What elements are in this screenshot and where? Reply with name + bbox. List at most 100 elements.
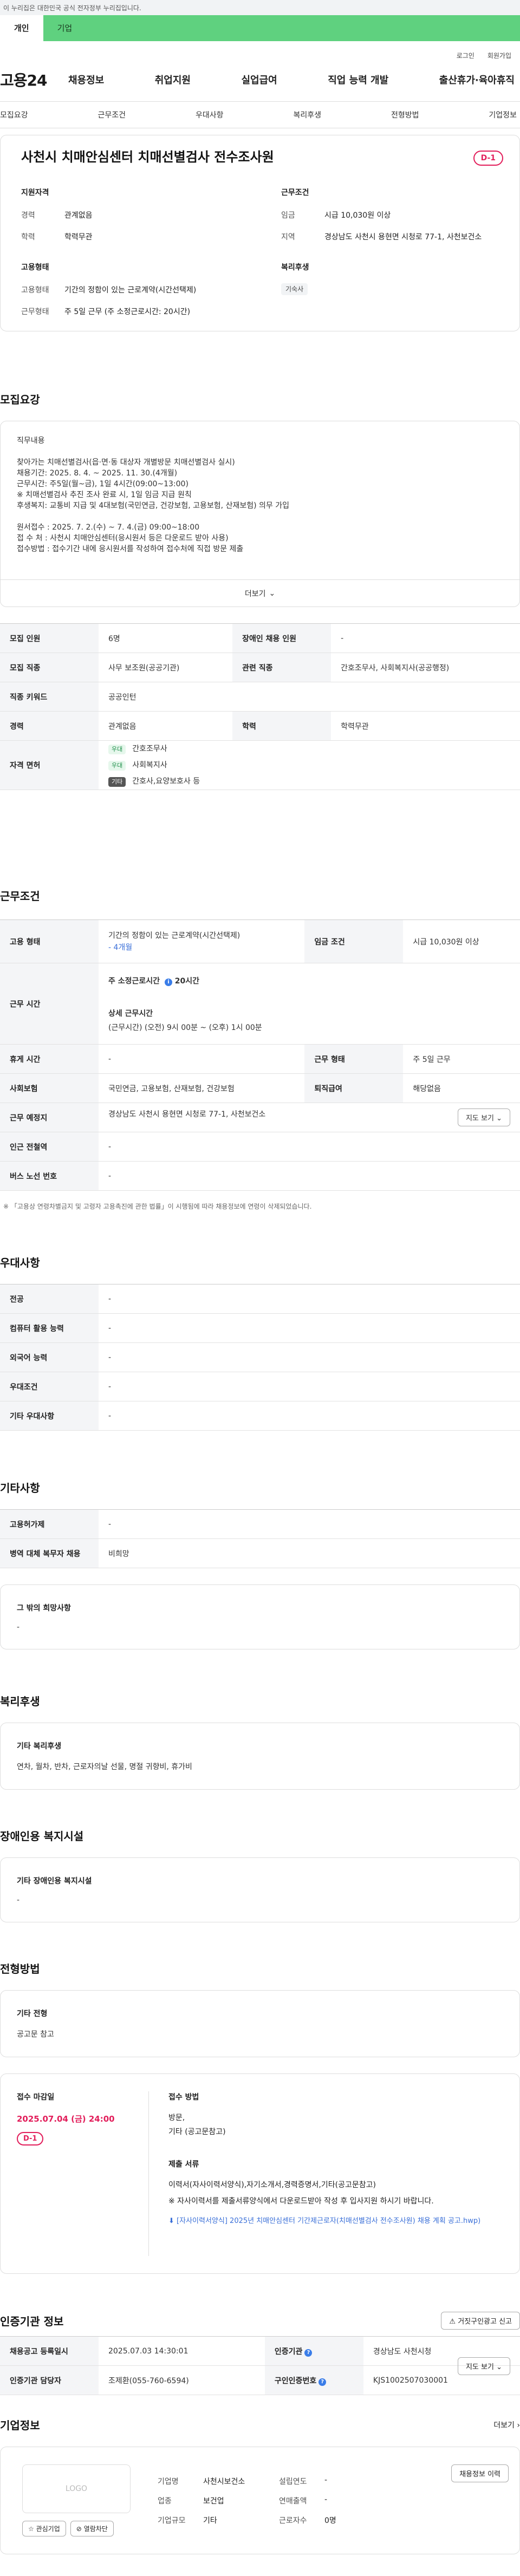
table-row: 고용허가제 -	[0, 1509, 520, 1539]
table-row: 경력 관계없음 학력 학력무관	[0, 711, 520, 741]
gov-notice-bar: 이 누리집은 대한민국 공식 전자정부 누리집입니다.	[0, 0, 520, 15]
qual-title: 지원자격	[21, 188, 49, 197]
info-icon[interactable]: ?	[318, 2378, 327, 2386]
table-row: 근무 시간 주 소정근로시간 i 20시간 상세 근무시간 (근무시간) (오전…	[0, 963, 520, 1045]
age-footnote: ※ 「고용상 연령차별금지 및 고령자 고용촉진에 관한 법률」이 시행됨에 따…	[3, 1203, 312, 1210]
summary-location: 지역 경상남도 사천시 용현면 시청로 77-1, 사천보건소	[281, 233, 482, 242]
gnb-unemployment-benefit[interactable]: 실업급여	[242, 73, 277, 87]
section-recruit-title: 모집요강	[0, 393, 40, 406]
section-subnav: 모집요강 근무조건 우대사항 복리후생 전형방법 기업정보	[0, 101, 520, 128]
apply-deadline: 접수 마감일 2025.07.04 (금) 24:00 D-1	[17, 2091, 149, 2256]
job-title: 사천시 치매안심센터 치매선별검사 전수조사원	[21, 149, 274, 165]
section-preference-title: 우대사항	[0, 1256, 40, 1269]
cond-title: 근무조건	[281, 188, 309, 197]
tab-personal[interactable]: 개인	[0, 15, 43, 41]
job-history-button[interactable]: 채용정보 이력	[451, 2464, 509, 2482]
section-welfare-title: 복리후생	[0, 1695, 40, 1708]
subnav-conditions[interactable]: 근무조건	[98, 109, 126, 120]
company-card: LOGO ☆ 관심기업 ⊘ 열람차단 기업명 사천시보건소 설립연도 - 업종 보건업 연…	[0, 2447, 520, 2554]
welfare-tag: 기숙사	[281, 283, 308, 295]
summary-left: 지원자격 경력 관계없음 학력 학력무관 고용형태 고용형태 기간의 정함이 있는 근…	[21, 187, 243, 317]
institution-map-button[interactable]: 지도 보기 ⌄	[457, 2357, 510, 2375]
block-view-button[interactable]: ⊘ 열람차단	[70, 2521, 114, 2536]
etc-table: 고용허가제 - 병역 대체 복무자 채용 비희망	[0, 1509, 520, 1568]
report-button[interactable]: ⚠ 거짓구인광고 신고	[441, 2312, 520, 2330]
map-button[interactable]: 지도 보기 ⌄	[457, 1108, 510, 1126]
selection-card: 기타 전형 공고문 참고	[0, 1990, 520, 2057]
license-item: 우대 사회복지사	[108, 757, 510, 773]
signup-link[interactable]: 회원가입	[487, 51, 511, 60]
gov-notice-text: 이 누리집은 대한민국 공식 전자정부 누리집입니다.	[3, 4, 141, 12]
block-icon: ⊘	[76, 2525, 82, 2533]
company-more-link[interactable]: 더보기 ›	[493, 2420, 520, 2430]
license-item: 우대 간호조무사	[108, 741, 510, 757]
info-icon[interactable]: i	[164, 978, 172, 986]
conditions-table: 고용 형태 기간의 정함이 있는 근로계약(시간선택제) - 4개월 임금 조건…	[0, 919, 520, 1191]
welfare-card: 기타 복리후생 연차, 월차, 반차, 근로자의날 선물, 명절 귀향비, 휴가…	[0, 1723, 520, 1790]
utility-links: 로그인 회원가입	[0, 41, 520, 63]
job-detail-card: 직무내용 찾아가는 치매선별검사(읍·면·동 대상자 개별방문 치매선별검사 실…	[0, 421, 520, 607]
table-row: 컴퓨터 활용 능력 -	[0, 1313, 520, 1343]
global-nav: 채용정보 취업지원 실업급여 직업 능력 개발 출산휴가·육아휴직	[63, 73, 520, 87]
disability-card: 기타 장애인용 복지시설 -	[0, 1857, 520, 1922]
welfare-title: 복리후생	[281, 263, 309, 272]
summary-emp-type: 고용형태 기간의 정함이 있는 근로계약(시간선택제)	[21, 286, 197, 295]
favorite-company-button[interactable]: ☆ 관심기업	[22, 2521, 66, 2536]
section-disability-title: 장애인용 복지시설	[0, 1830, 84, 1843]
tab-company[interactable]: 기업	[43, 15, 87, 41]
subnav-preference[interactable]: 우대사항	[196, 109, 224, 120]
section-etc-title: 기타사항	[0, 1482, 40, 1495]
subnav-selection[interactable]: 전형방법	[391, 109, 419, 120]
gnb-skill-development[interactable]: 직업 능력 개발	[328, 73, 388, 87]
summary-work-type: 근무형태 주 5일 근무 (주 소정근로시간: 20시간)	[21, 308, 191, 316]
preference-table: 전공 - 컴퓨터 활용 능력 - 외국어 능력 - 우대조건 - 기타 우대사항 -	[0, 1284, 520, 1431]
table-row: 외국어 능력 -	[0, 1342, 520, 1372]
chevron-right-icon: ›	[517, 2421, 520, 2430]
gnb-employment-support[interactable]: 취업지원	[155, 73, 191, 87]
job-summary-card: 사천시 치매안심센터 치매선별검사 전수조사원 D-1 지원자격 경력 관계없음 …	[0, 135, 520, 331]
table-row: 휴게 시간 - 근무 형태 주 5일 근무	[0, 1044, 520, 1074]
recruit-table: 모집 인원 6명 장애인 채용 인원 - 모집 직종 사무 보조원(공공기관) 관련 …	[0, 623, 520, 790]
summary-grid: 지원자격 경력 관계없음 학력 학력무관 고용형태 고용형태 기간의 정함이 있는 근…	[17, 187, 503, 317]
table-row: 버스 노선 번호 -	[0, 1161, 520, 1191]
table-row: 병역 대체 복무자 채용 비희망	[0, 1538, 520, 1568]
resume-download-link[interactable]: ⬇ [자사이력서양식] 2025년 치매안심센터 기간제근로자(치매선별검사 전…	[168, 2215, 503, 2225]
alert-icon: ⚠	[449, 2318, 456, 2326]
summary-career: 경력 관계없음	[21, 211, 93, 220]
subnav-company[interactable]: 기업정보	[489, 109, 517, 120]
company-info: 기업명 사천시보건소 설립연도 - 업종 보건업 연매출액 - 기업규모 기타 근로자수 0명	[158, 2475, 336, 2525]
section-selection-title: 전형방법	[0, 1962, 40, 1975]
section-conditions-title: 근무조건	[0, 890, 40, 903]
table-row: 근무 예정지 경상남도 사천시 용현면 시청로 77-1, 사천보건소 지도 보…	[0, 1103, 520, 1132]
license-item: 기타 간호사,요양보호사 등	[108, 773, 510, 790]
table-row: 인근 전철역 -	[0, 1132, 520, 1162]
table-row: 우대조건 -	[0, 1372, 520, 1401]
chevron-down-icon: ⌄	[496, 1114, 502, 1123]
login-link[interactable]: 로그인	[457, 51, 474, 60]
apply-method: 접수 방법 방문, 기타 (공고문참고) 제출 서류 이력서(자사이력서양식),…	[149, 2091, 503, 2256]
detail-more-button[interactable]: 더보기 ⌄	[1, 579, 519, 606]
subnav-recruit[interactable]: 모집요강	[0, 109, 28, 120]
job-detail-text: 직무내용 찾아가는 치매선별검사(읍·면·동 대상자 개별방문 치매선별검사 실…	[17, 436, 289, 553]
gnb-jobs[interactable]: 채용정보	[68, 73, 104, 87]
table-row: 전공 -	[0, 1284, 520, 1314]
table-row: 모집 직종 사무 보조원(공공기관) 관련 직종 간호조무사, 사회복지사(공공행정…	[0, 653, 520, 682]
dday-badge: D-1	[17, 2132, 44, 2145]
table-row: 자격 면허 우대 간호조무사 우대 사회복지사 기타 간호사,요양보호사 등	[0, 740, 520, 790]
section-institution-title: 인증기관 정보	[0, 2315, 64, 2328]
gnb-parental-leave[interactable]: 출산휴가·육아휴직	[439, 73, 515, 87]
summary-right: 근무조건 임금 시급 10,030원 이상 지역 경상남도 사천시 용현면 시청로 …	[281, 187, 503, 317]
table-row: 직종 키워드 공공인턴	[0, 682, 520, 712]
institution-header: 인증기관 정보 ⚠ 거짓구인광고 신고	[0, 2312, 520, 2330]
subnav-welfare[interactable]: 복리후생	[293, 109, 321, 120]
section-company-title: 기업정보	[0, 2419, 40, 2432]
summary-wage: 임금 시급 10,030원 이상	[281, 211, 391, 220]
site-logo[interactable]: 고용24	[0, 69, 63, 90]
table-row: 사회보험 국민연금, 고용보험, 산재보험, 건강보험 퇴직급여 해당없음	[0, 1073, 520, 1103]
download-icon: ⬇	[168, 2217, 174, 2225]
star-icon: ☆	[28, 2525, 34, 2533]
info-icon[interactable]: ?	[304, 2349, 313, 2357]
user-type-tabs: 개인 기업	[0, 15, 520, 41]
chevron-down-icon: ⌄	[496, 2363, 502, 2371]
summary-education: 학력 학력무관	[21, 233, 93, 242]
